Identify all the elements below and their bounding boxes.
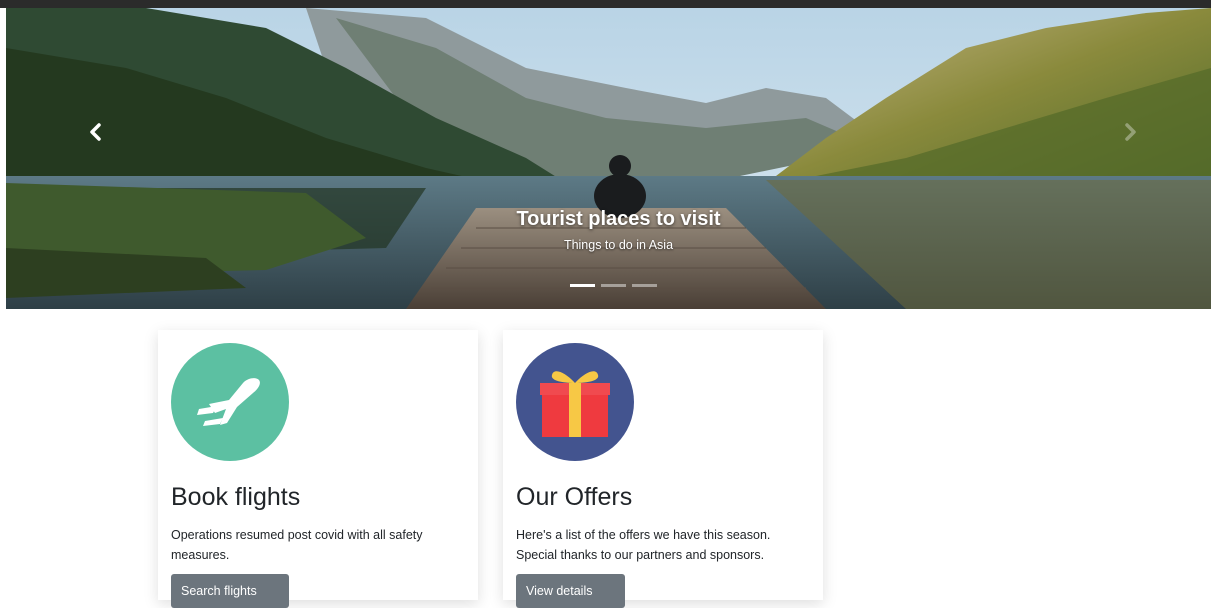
view-details-button[interactable]: View details: [516, 574, 625, 608]
card-book-flights: Book flights Operations resumed post cov…: [158, 330, 478, 608]
search-flights-button[interactable]: Search flights: [171, 574, 289, 608]
hero-carousel: Tourist places to visit Things to do in …: [6, 8, 1211, 309]
carousel-slide-image: [6, 8, 1211, 309]
card-title: Our Offers: [516, 483, 633, 511]
carousel-prev-button[interactable]: [84, 118, 108, 148]
carousel-subtitle: Things to do in Asia: [563, 238, 674, 252]
card-title: Book flights: [171, 483, 301, 511]
carousel-indicator-1[interactable]: [570, 284, 595, 287]
carousel-title: Tourist places to visit: [516, 208, 721, 230]
card-text: Operations resumed post covid with all s…: [171, 528, 423, 562]
chevron-left-icon: [90, 123, 101, 141]
carousel-indicator-3[interactable]: [632, 284, 657, 287]
gift-icon: [516, 343, 634, 461]
airplane-icon: [171, 343, 289, 461]
top-bar: [0, 0, 1211, 8]
carousel-indicators: [570, 284, 657, 287]
carousel-indicator-2[interactable]: [601, 284, 626, 287]
card-our-offers: Our Offers Here's a list of the offers w…: [503, 330, 823, 608]
chevron-right-icon: [1125, 123, 1136, 141]
carousel-caption: Tourist places to visit Things to do in …: [6, 208, 1211, 252]
carousel-next-button[interactable]: [1118, 118, 1142, 148]
card-text: Here's a list of the offers we have this…: [516, 528, 771, 562]
